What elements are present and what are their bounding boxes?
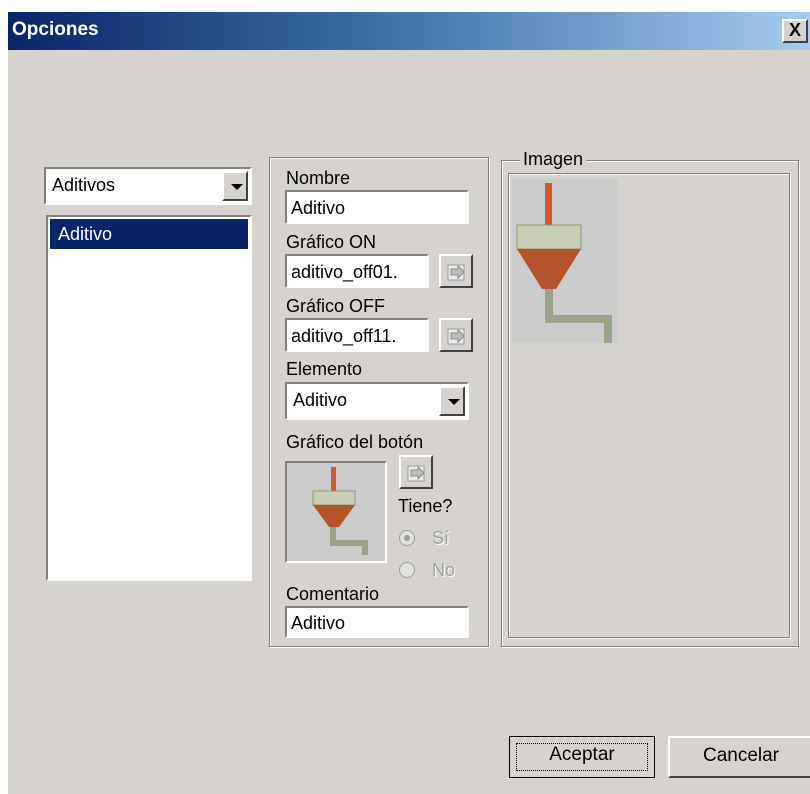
grafico-off-field[interactable]: aditivo_off11.: [285, 318, 429, 352]
options-dialog: Opciones X Aditivos Aditivo Nombre Aditi…: [8, 12, 810, 794]
list-item[interactable]: Aditivo: [50, 219, 248, 249]
radio-si-dot: [404, 535, 410, 541]
category-select-value: Aditivos: [52, 175, 116, 195]
folder-open-icon: [447, 328, 465, 345]
image-groupbox: Imagen: [501, 149, 799, 647]
close-button[interactable]: X: [782, 19, 808, 43]
item-list[interactable]: Aditivo: [46, 215, 252, 581]
browse-grafico-off-button[interactable]: [439, 318, 473, 352]
browse-grafico-on-button[interactable]: [439, 254, 473, 288]
additive-hopper-icon: [512, 179, 618, 343]
folder-open-icon: [407, 465, 425, 482]
grafico-off-value: aditivo_off11.: [291, 326, 397, 346]
elemento-value: Aditivo: [293, 390, 348, 410]
grafico-on-label: Gráfico ON: [286, 232, 377, 252]
radio-si[interactable]: [399, 530, 415, 546]
additive-hopper-icon: [287, 463, 385, 561]
tiene-label: Tiene?: [398, 496, 453, 516]
radio-no[interactable]: [399, 562, 415, 578]
title-bar[interactable]: Opciones X: [8, 12, 810, 50]
comentario-label: Comentario: [286, 584, 380, 604]
nombre-label: Nombre: [286, 168, 351, 188]
comentario-field[interactable]: Aditivo: [285, 606, 469, 638]
window-title: Opciones: [12, 19, 99, 40]
radio-no-label: No: [432, 560, 456, 580]
cancel-button-label: Cancelar: [702, 745, 780, 766]
nombre-value: Aditivo: [291, 198, 346, 218]
radio-si-label: Sí: [432, 528, 450, 548]
focus-ring: [516, 743, 648, 771]
grafico-boton-label: Gráfico del botón: [286, 432, 424, 452]
cancel-button[interactable]: Cancelar: [668, 736, 810, 778]
image-frame: [508, 173, 790, 638]
browse-button-graphic-button[interactable]: [399, 455, 433, 489]
elemento-select[interactable]: Aditivo: [285, 382, 469, 420]
button-graphic-preview: [285, 461, 387, 563]
grafico-on-field[interactable]: aditivo_off01.: [285, 254, 429, 288]
chevron-down-icon[interactable]: [439, 386, 465, 416]
grafico-on-value: aditivo_off01.: [291, 262, 398, 282]
chevron-down-icon[interactable]: [222, 171, 248, 201]
category-select[interactable]: Aditivos: [44, 167, 252, 205]
accept-button[interactable]: Aceptar: [509, 736, 655, 778]
elemento-label: Elemento: [286, 359, 363, 379]
comentario-value: Aditivo: [291, 613, 346, 633]
nombre-field[interactable]: Aditivo: [285, 190, 469, 224]
image-group-title: Imagen: [520, 149, 587, 170]
grafico-off-label: Gráfico OFF: [286, 296, 386, 316]
folder-open-icon: [447, 264, 465, 281]
